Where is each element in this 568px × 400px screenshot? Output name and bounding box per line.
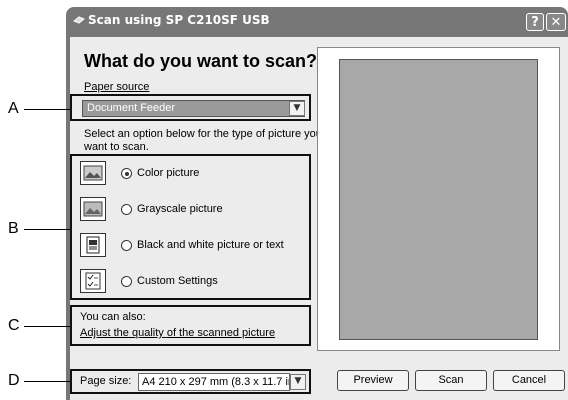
- preview-page: [339, 59, 538, 340]
- color-picture-radio[interactable]: [121, 168, 132, 179]
- callout-letter-b: B: [8, 220, 19, 237]
- page-title: What do you want to scan?: [84, 51, 317, 71]
- black-white-text-icon[interactable]: [80, 233, 106, 257]
- scan-button[interactable]: Scan: [415, 370, 487, 391]
- preview-button[interactable]: Preview: [337, 370, 409, 391]
- black-white-label[interactable]: Black and white picture or text: [137, 239, 284, 251]
- also-label: You can also:: [80, 311, 146, 323]
- callout-letter-a: A: [8, 100, 19, 117]
- custom-settings-icon[interactable]: [80, 269, 106, 293]
- adjust-quality-link[interactable]: Adjust the quality of the scanned pictur…: [80, 327, 275, 339]
- page-size-label: Page size:: [80, 375, 132, 387]
- callout-line-b: [24, 229, 70, 230]
- instruction-text: Select an option below for the type of p…: [84, 128, 322, 140]
- scanner-icon: [73, 16, 85, 24]
- paper-source-dropdown[interactable]: Document Feeder: [82, 100, 305, 117]
- paper-source-value: Document Feeder: [87, 102, 176, 114]
- color-picture-icon[interactable]: [80, 161, 106, 185]
- callout-letter-c: C: [8, 317, 20, 334]
- help-button[interactable]: ?: [526, 13, 544, 31]
- callout-letter-d: D: [8, 372, 20, 389]
- grayscale-picture-icon[interactable]: [80, 197, 106, 221]
- custom-settings-radio[interactable]: [121, 276, 132, 287]
- preview-button-label: Preview: [353, 374, 393, 386]
- black-white-radio[interactable]: [121, 240, 132, 251]
- color-picture-label[interactable]: Color picture: [137, 167, 199, 179]
- grayscale-picture-radio[interactable]: [121, 204, 132, 215]
- chevron-down-icon[interactable]: ▼: [290, 374, 306, 390]
- custom-settings-label[interactable]: Custom Settings: [137, 275, 218, 287]
- page-size-value: A4 210 x 297 mm (8.3 x 11.7 inc: [142, 376, 290, 388]
- cancel-button[interactable]: Cancel: [493, 370, 565, 391]
- paper-source-label: Paper source: [84, 81, 150, 93]
- instruction-text-2: want to scan.: [84, 141, 149, 153]
- callout-line-a: [24, 109, 70, 110]
- grayscale-picture-label[interactable]: Grayscale picture: [137, 203, 223, 215]
- window-title: Scan using SP C210SF USB: [88, 13, 270, 27]
- page-size-dropdown[interactable]: A4 210 x 297 mm (8.3 x 11.7 inc: [138, 373, 290, 391]
- callout-line-c: [24, 326, 70, 327]
- scan-button-label: Scan: [438, 374, 464, 386]
- close-button[interactable]: ✕: [546, 13, 566, 31]
- chevron-down-icon[interactable]: ▼: [289, 101, 305, 116]
- cancel-button-label: Cancel: [511, 374, 547, 386]
- callout-line-d: [24, 381, 70, 382]
